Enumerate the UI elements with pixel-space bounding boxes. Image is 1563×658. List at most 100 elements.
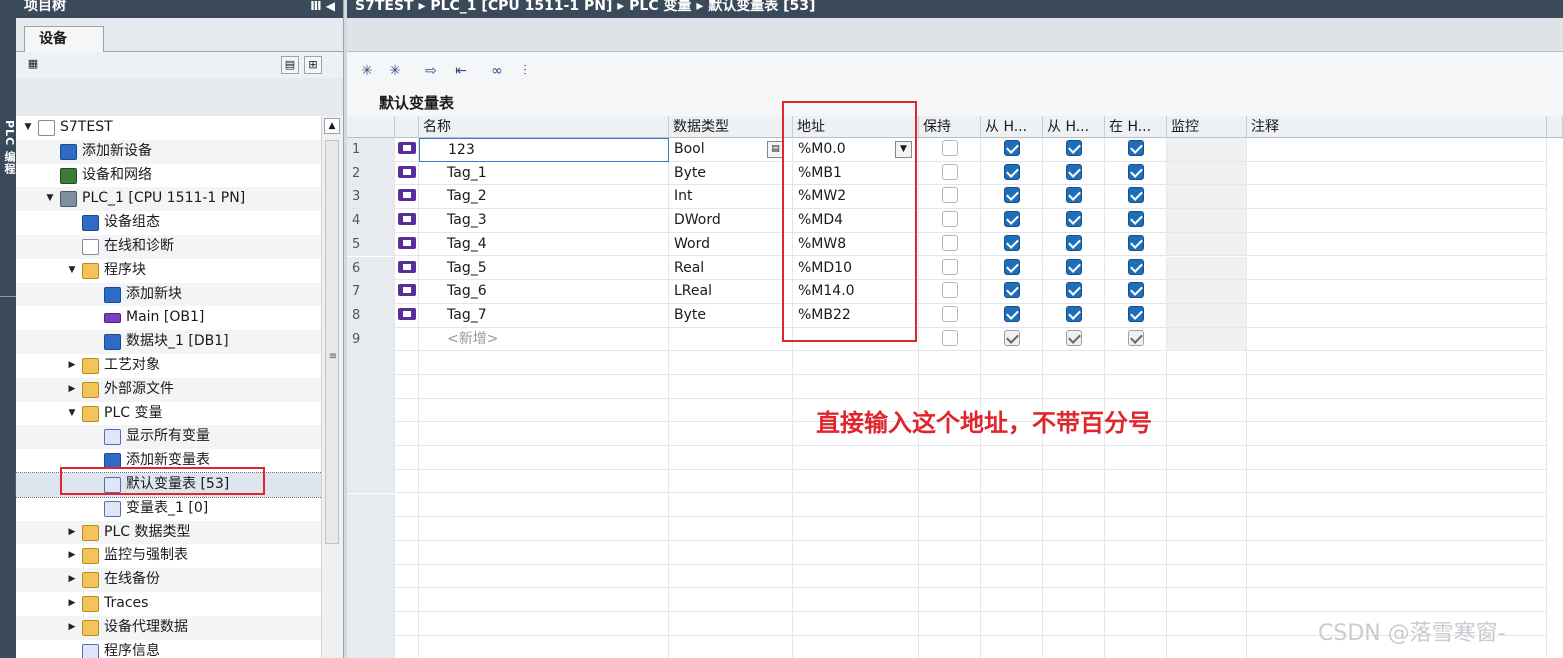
address-cell[interactable]: [793, 469, 919, 494]
datatype-cell[interactable]: [669, 517, 793, 541]
acc-checkbox-cell[interactable]: [981, 280, 1043, 304]
table-row[interactable]: 7 Tag_6 LReal %M14.0: [347, 280, 1563, 304]
tag-name-cell[interactable]: Tag_6: [419, 280, 669, 304]
datatype-cell[interactable]: Byte: [669, 303, 793, 328]
col-header-visible[interactable]: 在 H...: [1105, 116, 1167, 138]
acc-checkbox-cell[interactable]: [981, 351, 1043, 375]
table-row[interactable]: [347, 469, 1563, 494]
table-row[interactable]: [347, 446, 1563, 470]
retain-checkbox-cell[interactable]: [919, 540, 981, 565]
acc-checkbox-cell[interactable]: [981, 138, 1043, 162]
comment-cell[interactable]: [1247, 493, 1547, 518]
tab-devices[interactable]: 设备: [24, 26, 104, 52]
datatype-cell[interactable]: [669, 422, 793, 447]
expand-toggle-icon[interactable]: ▶: [66, 568, 78, 591]
tree-scrollbar[interactable]: ▲ ≡: [321, 116, 343, 658]
vis-checkbox-cell[interactable]: [1105, 517, 1167, 541]
tag-name-cell[interactable]: Tag_4: [419, 232, 669, 257]
datatype-cell[interactable]: [669, 327, 793, 352]
comment-cell[interactable]: [1247, 564, 1547, 589]
plc-programming-label[interactable]: PLC 编程: [1, 120, 17, 175]
acc-checkbox[interactable]: [1003, 211, 1020, 228]
scroll-up-icon[interactable]: ▲: [324, 118, 340, 134]
tag-name-cell[interactable]: Tag_1: [419, 161, 669, 186]
vis-checkbox-cell[interactable]: [1105, 375, 1167, 399]
vis-checkbox-cell[interactable]: [1105, 540, 1167, 565]
vis-checkbox[interactable]: [1127, 187, 1144, 204]
vis-checkbox-cell[interactable]: [1105, 161, 1167, 186]
datatype-cell[interactable]: DWord: [669, 209, 793, 233]
tag-name-cell[interactable]: [419, 493, 669, 518]
retain-checkbox[interactable]: [941, 163, 958, 180]
acc-checkbox-cell[interactable]: [981, 209, 1043, 233]
comment-cell[interactable]: [1247, 375, 1547, 399]
tree-item-0[interactable]: ▼ S7TEST: [16, 116, 322, 140]
expand-toggle-icon[interactable]: ▶: [66, 592, 78, 615]
datatype-cell[interactable]: [669, 375, 793, 399]
tag-name-cell[interactable]: [419, 422, 669, 447]
datatype-cell[interactable]: Real: [669, 256, 793, 281]
retain-checkbox-cell[interactable]: [919, 493, 981, 518]
tree-item-12[interactable]: ▼ PLC 变量: [16, 402, 322, 426]
tag-name-cell[interactable]: [419, 375, 669, 399]
comment-cell[interactable]: [1247, 303, 1547, 328]
datatype-cell[interactable]: [669, 612, 793, 636]
vis-checkbox-cell[interactable]: [1105, 588, 1167, 612]
datatype-cell[interactable]: [669, 493, 793, 518]
tag-name-cell[interactable]: [419, 398, 669, 423]
tree-item-3[interactable]: ▼ PLC_1 [CPU 1511-1 PN]: [16, 187, 322, 212]
comment-cell[interactable]: [1247, 232, 1547, 257]
tree-item-1[interactable]: 添加新设备: [16, 139, 322, 164]
expand-toggle-icon[interactable]: ▶: [66, 544, 78, 567]
datatype-cell[interactable]: Int: [669, 185, 793, 210]
retain-checkbox[interactable]: [941, 211, 958, 228]
vis-checkbox-cell[interactable]: [1105, 185, 1167, 210]
vis-checkbox[interactable]: [1127, 163, 1144, 180]
table-row[interactable]: [347, 564, 1563, 589]
tree-item-5[interactable]: 在线和诊断: [16, 235, 322, 259]
vis-checkbox-cell[interactable]: [1105, 138, 1167, 162]
tag-name-cell[interactable]: [419, 588, 669, 612]
retain-checkbox-cell[interactable]: [919, 256, 981, 281]
table-row[interactable]: 9 <新增>: [347, 327, 1563, 352]
datatype-cell[interactable]: [669, 635, 793, 658]
tree-item-13[interactable]: 显示所有变量: [16, 425, 322, 450]
table-row[interactable]: [347, 588, 1563, 612]
tree-options-icon[interactable]: ⊞: [304, 56, 322, 74]
tag-name-cell[interactable]: [419, 517, 669, 541]
expand-toggle-icon[interactable]: ▼: [66, 259, 78, 282]
tree-item-19[interactable]: ▶ 在线备份: [16, 568, 322, 592]
retain-checkbox-cell[interactable]: [919, 375, 981, 399]
add-row-icon[interactable]: ✳: [357, 62, 377, 80]
address-cell[interactable]: [793, 351, 919, 375]
retain-checkbox[interactable]: [941, 234, 958, 251]
retain-checkbox-cell[interactable]: [919, 612, 981, 636]
comment-cell[interactable]: [1247, 446, 1547, 470]
tree-item-16[interactable]: 变量表_1 [0]: [16, 497, 322, 521]
expand-toggle-icon[interactable]: ▼: [22, 116, 34, 139]
expand-toggle-icon[interactable]: ▶: [66, 521, 78, 544]
import-icon[interactable]: ⇤: [451, 62, 471, 80]
datatype-cell[interactable]: [669, 446, 793, 470]
expand-toggle-icon[interactable]: ▶: [66, 354, 78, 377]
wri-checkbox-cell[interactable]: [1043, 493, 1105, 518]
scroll-thumb[interactable]: ≡: [325, 140, 339, 544]
wri-checkbox-cell[interactable]: [1043, 375, 1105, 399]
comment-cell[interactable]: [1247, 517, 1547, 541]
wri-checkbox-cell[interactable]: [1043, 280, 1105, 304]
retain-checkbox-cell[interactable]: [919, 185, 981, 210]
comment-cell[interactable]: [1247, 280, 1547, 304]
acc-checkbox-cell[interactable]: [981, 588, 1043, 612]
vis-checkbox-cell[interactable]: [1105, 351, 1167, 375]
table-row[interactable]: 8 Tag_7 Byte %MB22: [347, 303, 1563, 328]
wri-checkbox-cell[interactable]: [1043, 564, 1105, 589]
table-row[interactable]: 1 123 Bool ▤ %M0.0 ▼: [347, 138, 1563, 162]
datatype-cell[interactable]: [669, 540, 793, 565]
wri-checkbox[interactable]: [1065, 305, 1082, 322]
tree-item-6[interactable]: ▼ 程序块: [16, 259, 322, 283]
retain-checkbox-cell[interactable]: [919, 446, 981, 470]
wri-checkbox-cell[interactable]: [1043, 303, 1105, 328]
acc-checkbox-cell[interactable]: [981, 517, 1043, 541]
address-cell[interactable]: [793, 588, 919, 612]
wri-checkbox-cell[interactable]: [1043, 351, 1105, 375]
